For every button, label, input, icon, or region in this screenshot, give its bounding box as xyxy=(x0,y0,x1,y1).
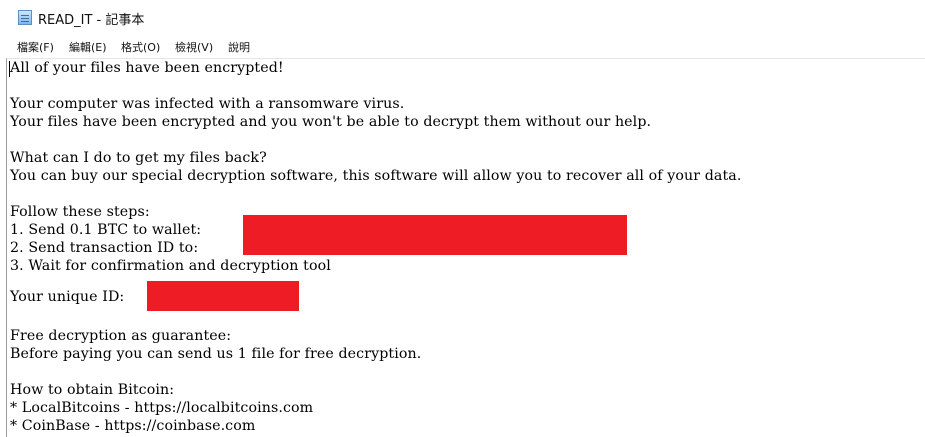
document-line: All of your files have been encrypted! xyxy=(10,60,284,76)
document-line: What can I do to get my files back? xyxy=(10,150,267,166)
window-title: READ_IT - 記事本 xyxy=(38,13,145,28)
document-line: How to obtain Bitcoin: xyxy=(10,382,175,398)
title-bar[interactable]: READ_IT - 記事本 xyxy=(0,0,925,34)
document-line: * CoinBase - https://coinbase.com xyxy=(10,418,256,434)
menu-view[interactable]: 檢視(V) xyxy=(175,39,213,55)
document-line: You can buy our special decryption softw… xyxy=(10,168,742,184)
document-line: Your files have been encrypted and you w… xyxy=(10,114,652,130)
menu-file[interactable]: 檔案(F) xyxy=(17,39,54,55)
document-line: Your computer was infected with a ransom… xyxy=(10,96,405,112)
redaction-wallet-block xyxy=(243,215,627,255)
menu-bar: 檔案(F) 編輯(E) 格式(O) 檢視(V) 說明 xyxy=(0,34,925,58)
menu-edit[interactable]: 編輯(E) xyxy=(69,39,107,55)
redaction-unique-id-block xyxy=(147,281,299,311)
document-line: Follow these steps: xyxy=(10,204,150,220)
text-editor-area[interactable]: All of your files have been encrypted! Y… xyxy=(6,58,925,437)
document-line: 1. Send 0.1 BTC to wallet: xyxy=(10,222,202,238)
document-line: Your unique ID: xyxy=(10,289,125,305)
document-line: Before paying you can send us 1 file for… xyxy=(10,346,422,362)
notepad-icon xyxy=(18,10,32,25)
menu-format[interactable]: 格式(O) xyxy=(121,39,160,55)
document-line: Free decryption as guarantee: xyxy=(10,328,232,344)
menu-help[interactable]: 說明 xyxy=(228,39,250,55)
document-line: 3. Wait for confirmation and decryption … xyxy=(10,258,331,274)
document-line: 2. Send transaction ID to: xyxy=(10,240,199,256)
document-line: * LocalBitcoins - https://localbitcoins.… xyxy=(10,400,314,416)
